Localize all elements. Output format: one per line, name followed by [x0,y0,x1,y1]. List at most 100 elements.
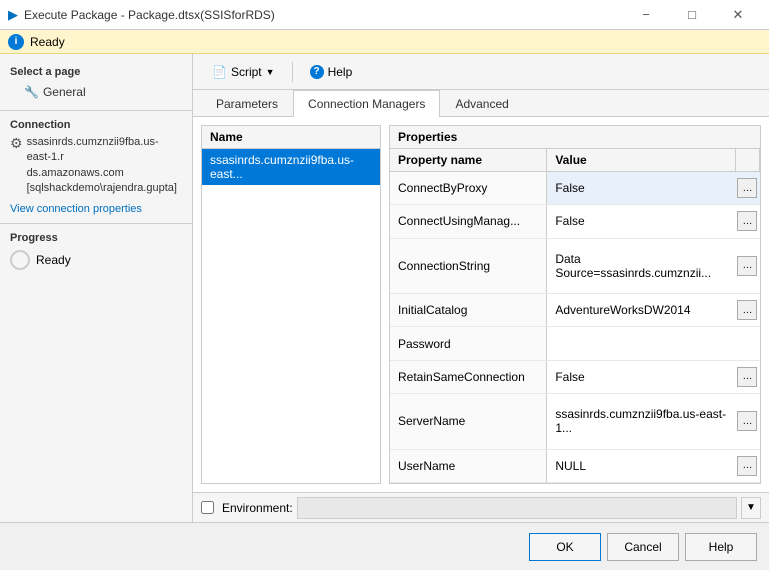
status-text: Ready [30,35,65,49]
environment-checkbox[interactable] [201,501,214,514]
property-edit-button[interactable]: … [737,456,757,476]
property-value-cell: Data Source=ssasinrds.cumznzii... [547,238,736,294]
property-edit-button[interactable]: … [737,411,757,431]
progress-header: Progress [10,232,182,244]
bottom-environment-bar: Environment: ▼ [193,492,769,522]
connection-line1: ssasinrds.cumznzii9fba.us-east-1.r [27,135,182,166]
maximize-button[interactable]: □ [669,0,715,30]
property-edit-button[interactable]: … [737,211,757,231]
property-value-cell: False [547,205,736,238]
script-button[interactable]: 📄 Script ▼ [203,61,284,83]
property-value-cell: ssasinrds.cumznzii9fba.us-east-1... [547,394,736,450]
property-edit-button[interactable]: … [737,178,757,198]
progress-row: Ready [10,250,182,270]
view-connection-properties-link[interactable]: View connection properties [10,203,142,215]
tab-connection-managers[interactable]: Connection Managers [293,90,440,117]
sidebar-select-page-label: Select a page [0,62,192,82]
property-value-cell: AdventureWorksDW2014 [547,294,736,327]
cancel-button[interactable]: Cancel [607,533,679,561]
minimize-button[interactable]: − [623,0,669,30]
script-dropdown-arrow: ▼ [266,67,275,77]
value-column-header: Value [547,149,736,172]
connection-managers-list-panel: Name ssasinrds.cumznzii9fba.us-east... [201,125,381,484]
property-name-column-header: Property name [390,149,547,172]
environment-input[interactable] [297,497,737,519]
name-column-header: Name [202,126,380,149]
property-edit-button[interactable]: … [737,256,757,276]
property-name-cell: ConnectUsingManag... [390,205,547,238]
connection-details: ssasinrds.cumznzii9fba.us-east-1.r ds.am… [27,135,182,197]
footer-help-button[interactable]: Help [685,533,757,561]
tab-content: Name ssasinrds.cumznzii9fba.us-east... P… [193,117,769,492]
title-bar: ▶ Execute Package - Package.dtsx(SSISfor… [0,0,769,30]
toolbar: 📄 Script ▼ ? Help [193,54,769,90]
property-action-cell: … [735,294,759,327]
title-bar-title: Execute Package - Package.dtsx(SSISforRD… [24,8,275,22]
sidebar-connection-section: Connection ⚙ ssasinrds.cumznzii9fba.us-e… [0,110,192,215]
table-row: ConnectByProxyFalse… [390,172,760,205]
connection-line3: [sqlshackdemo\rajendra.gupta] [27,181,182,196]
table-row: ConnectUsingManag...False… [390,205,760,238]
info-icon: i [8,34,24,50]
property-action-cell [735,327,759,360]
wrench-icon: 🔧 [24,85,39,99]
properties-title: Properties [390,126,760,149]
property-value-cell: False [547,172,736,205]
property-action-cell: … [735,238,759,294]
connection-icon-row: ⚙ ssasinrds.cumznzii9fba.us-east-1.r ds.… [10,135,182,197]
tab-advanced[interactable]: Advanced [440,90,523,117]
property-action-cell: … [735,172,759,205]
title-bar-controls: − □ ✕ [623,0,761,30]
actions-column-header [735,149,759,172]
footer: OK Cancel Help [0,522,769,570]
properties-panel: Properties Property name Value ConnectBy… [389,125,761,484]
help-icon: ? [310,65,324,79]
property-action-cell: … [735,205,759,238]
property-name-cell: Password [390,327,547,360]
property-edit-button[interactable]: … [737,300,757,320]
ok-button[interactable]: OK [529,533,601,561]
script-icon: 📄 [212,65,227,79]
sidebar-item-general[interactable]: 🔧 General [0,82,192,102]
app-icon: ▶ [8,7,18,23]
connection-header: Connection [10,119,182,131]
property-action-cell: … [735,360,759,393]
close-button[interactable]: ✕ [715,0,761,30]
connection-manager-item[interactable]: ssasinrds.cumznzii9fba.us-east... [202,149,380,185]
property-name-cell: ConnectByProxy [390,172,547,205]
table-row: ServerNamessasinrds.cumznzii9fba.us-east… [390,394,760,450]
environment-dropdown-button[interactable]: ▼ [741,497,761,519]
progress-status-text: Ready [36,253,71,267]
sidebar-progress-section: Progress Ready [0,223,192,270]
connection-icon: ⚙ [10,135,23,152]
table-row: UserNameNULL… [390,449,760,482]
toolbar-divider [292,62,293,82]
tab-parameters[interactable]: Parameters [201,90,293,117]
property-action-cell: … [735,394,759,450]
progress-spinner [10,250,30,270]
property-value-cell: NULL [547,449,736,482]
property-edit-button[interactable]: … [737,367,757,387]
property-value-cell: False [547,360,736,393]
help-button[interactable]: ? Help [301,61,362,83]
table-row: Password [390,327,760,360]
properties-table: Property name Value ConnectByProxyFalse…… [390,149,760,483]
table-row: ConnectionStringData Source=ssasinrds.cu… [390,238,760,294]
table-row: InitialCatalogAdventureWorksDW2014… [390,294,760,327]
environment-label: Environment: [222,501,293,515]
property-name-cell: ServerName [390,394,547,450]
property-name-cell: ConnectionString [390,238,547,294]
title-bar-left: ▶ Execute Package - Package.dtsx(SSISfor… [8,7,275,23]
property-name-cell: RetainSameConnection [390,360,547,393]
sidebar: Select a page 🔧 General Connection ⚙ ssa… [0,54,193,522]
connection-line2: ds.amazonaws.com [27,166,182,181]
property-value-cell [547,327,736,360]
property-action-cell: … [735,449,759,482]
tabs-bar: Parameters Connection Managers Advanced [193,90,769,117]
table-row: RetainSameConnectionFalse… [390,360,760,393]
property-name-cell: UserName [390,449,547,482]
status-bar: i Ready [0,30,769,54]
property-name-cell: InitialCatalog [390,294,547,327]
content-area: 📄 Script ▼ ? Help Parameters Connection … [193,54,769,522]
main-container: Select a page 🔧 General Connection ⚙ ssa… [0,54,769,522]
